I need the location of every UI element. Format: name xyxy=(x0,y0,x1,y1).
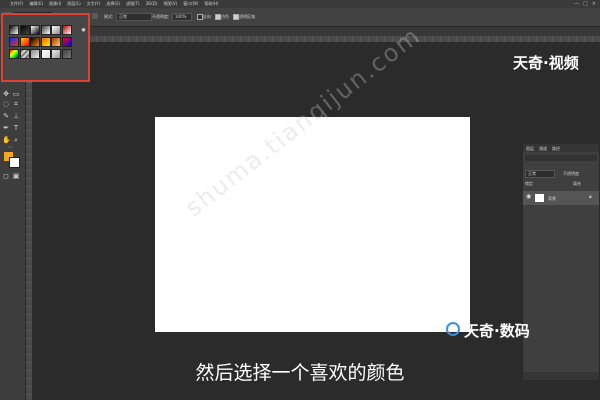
menu-item-4[interactable]: 文字(Y) xyxy=(87,0,101,8)
document-canvas[interactable] xyxy=(155,117,470,332)
lock-icon: 🔒︎ xyxy=(589,194,592,200)
lasso-icon[interactable]: ◌ xyxy=(2,100,10,108)
menu-item-3[interactable]: 图层(L) xyxy=(67,0,80,8)
gradient-swatch[interactable] xyxy=(30,49,40,59)
menu-item-9[interactable]: 窗口(W) xyxy=(183,0,198,8)
gradient-picker-popup[interactable]: ✹ xyxy=(1,13,90,82)
layer-mode-select[interactable]: 正常 xyxy=(525,170,555,178)
menu-item-8[interactable]: 视图(V) xyxy=(163,0,177,8)
gradient-swatch[interactable] xyxy=(51,25,61,35)
mode-label: 模式: xyxy=(104,14,114,19)
fill-label: 填充 xyxy=(573,181,581,186)
gradient-swatch[interactable] xyxy=(61,37,72,47)
more-tools-icon[interactable]: ⋯ xyxy=(6,144,14,152)
reverse-label: 反向 xyxy=(203,14,211,19)
zoom-icon[interactable]: ⌕ xyxy=(12,136,20,144)
gradient-swatch[interactable] xyxy=(19,37,30,47)
logo-tianqi-video: 天奇·视频 xyxy=(513,54,579,72)
menu-item-5[interactable]: 选择(S) xyxy=(106,0,120,8)
gear-icon[interactable]: ✹ xyxy=(81,27,86,34)
marquee-icon[interactable]: ▭ xyxy=(12,90,20,98)
gradient-swatch[interactable] xyxy=(51,37,61,47)
layers-panel: 图层 通道 路径 正常 不透明度 锁定 填充 ◉ 背景 🔒︎ xyxy=(522,143,600,380)
pen-icon[interactable]: ✒ xyxy=(2,124,10,132)
close-icon[interactable]: × xyxy=(592,1,596,7)
gradient-swatches xyxy=(9,25,73,81)
tab-layers[interactable]: 图层 xyxy=(526,146,534,152)
gradient-swatch[interactable] xyxy=(19,49,30,59)
background-color[interactable] xyxy=(9,157,20,168)
gradient-swatch[interactable] xyxy=(30,37,40,47)
quick-mask-icon[interactable]: ◻ xyxy=(2,172,10,180)
options-bar: 模式: 正常 不透明度: 100% 反向 仿色 透明区域 xyxy=(0,8,600,27)
gradient-swatch[interactable] xyxy=(40,25,51,35)
minimize-icon[interactable]: — xyxy=(574,1,579,7)
menu-bar: 文件(F) 编辑(E) 图像(I) 图层(L) 文字(Y) 选择(S) 滤镜(T) 3D(D)… xyxy=(0,0,600,8)
move-icon[interactable]: ✥ xyxy=(2,90,10,98)
tab-channels[interactable]: 通道 xyxy=(539,146,547,152)
lock-label: 锁定 xyxy=(525,181,533,186)
stamp-icon[interactable]: ⊥ xyxy=(12,112,20,120)
maximize-icon[interactable]: □ xyxy=(583,1,588,7)
gradient-swatch[interactable] xyxy=(9,37,19,47)
layer-filter-bar[interactable] xyxy=(525,155,597,161)
layer-name: 背景 xyxy=(548,196,556,201)
screen-mode-icon[interactable]: ▣ xyxy=(12,172,20,180)
toolbox: ✥ ▭ ◌ ⌗ ✎ ⊥ ✒ T ✋ ⌕ ⋯ ◻ ▣ xyxy=(0,36,26,400)
menu-item-1[interactable]: 编辑(E) xyxy=(29,0,43,8)
menu-item-0[interactable]: 文件(F) xyxy=(10,0,23,8)
menu-item-10[interactable]: 帮助(H) xyxy=(204,0,218,8)
gradient-swatch[interactable] xyxy=(30,25,40,35)
text-icon[interactable]: T xyxy=(12,124,20,132)
gradient-swatch[interactable] xyxy=(9,49,19,59)
ruler-left xyxy=(26,42,32,400)
layer-row[interactable]: ◉ 背景 🔒︎ xyxy=(523,191,599,205)
gradient-swatch[interactable] xyxy=(61,49,72,59)
window-controls: — □ × xyxy=(574,0,596,8)
ruler-top xyxy=(32,36,600,42)
document-tab-bar xyxy=(0,27,600,36)
layer-opacity-label: 不透明度 xyxy=(563,171,579,176)
gradient-swatch[interactable] xyxy=(61,25,72,35)
tab-paths[interactable]: 路径 xyxy=(552,146,560,152)
search-icon xyxy=(446,322,460,336)
video-subtitle: 然后选择一个喜欢的颜色 xyxy=(195,362,405,384)
crop-icon[interactable]: ⌗ xyxy=(12,100,20,108)
menu-item-2[interactable]: 图像(I) xyxy=(49,0,61,8)
opacity-label: 不透明度: xyxy=(152,14,170,19)
opacity-field[interactable]: 100% xyxy=(172,13,192,21)
gradient-swatch[interactable] xyxy=(51,49,61,59)
brush-icon[interactable]: ✎ xyxy=(2,112,10,120)
transparency-label: 透明区域 xyxy=(239,14,255,19)
mode-select[interactable]: 正常 xyxy=(116,13,152,21)
gradient-swatch[interactable] xyxy=(40,49,51,59)
menu-item-7[interactable]: 3D(D) xyxy=(146,0,158,8)
menu-item-6[interactable]: 滤镜(T) xyxy=(126,0,140,8)
logo-tianqi-digital: 天奇·数码 xyxy=(464,322,530,340)
diamond-gradient-icon[interactable] xyxy=(92,13,98,19)
hand-icon[interactable]: ✋ xyxy=(2,136,11,144)
gradient-swatch[interactable] xyxy=(40,37,51,47)
gradient-swatch[interactable] xyxy=(19,25,30,35)
dither-label: 仿色 xyxy=(221,14,229,19)
eye-icon[interactable]: ◉ xyxy=(526,193,531,200)
layer-thumbnail xyxy=(535,194,544,202)
gradient-swatch[interactable] xyxy=(9,25,19,35)
